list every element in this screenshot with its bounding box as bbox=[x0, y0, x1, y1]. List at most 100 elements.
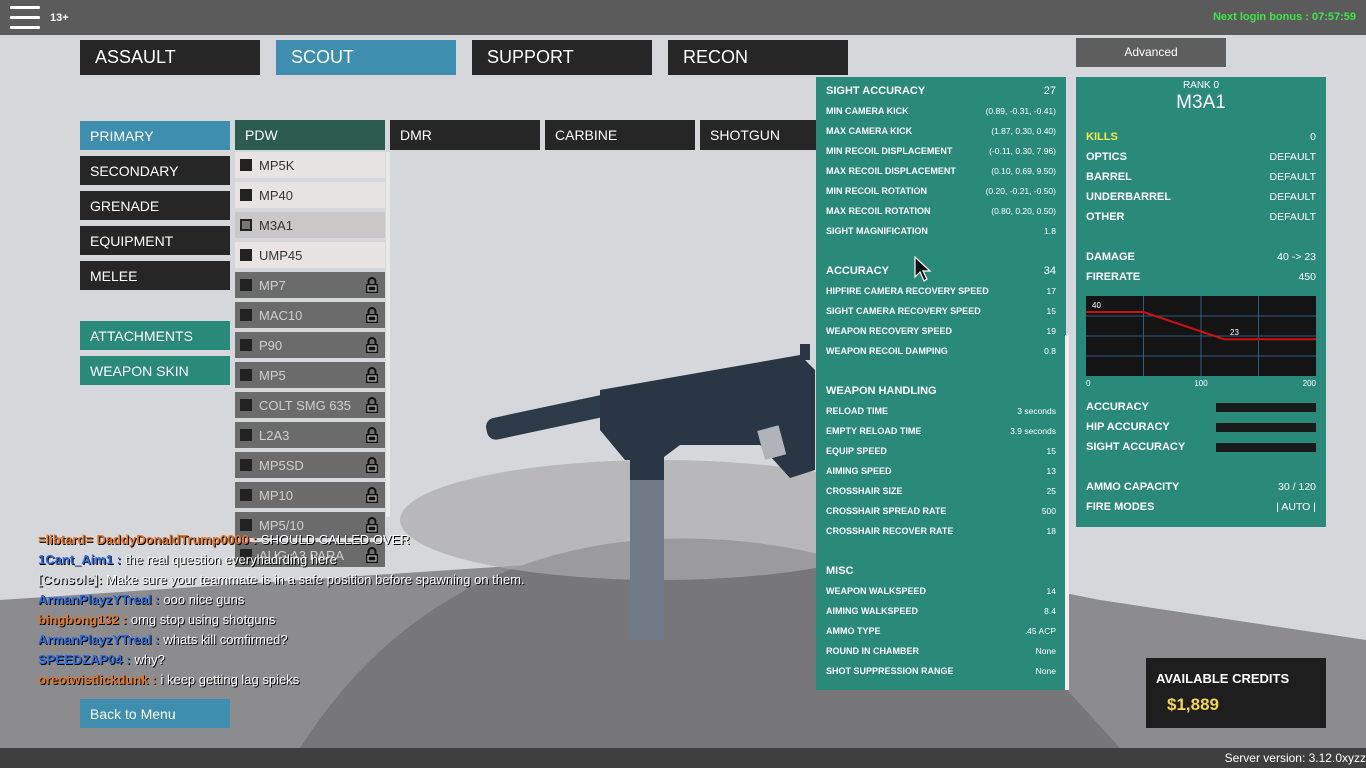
chat-text: why? bbox=[134, 652, 165, 667]
weapon-list-scrollbar[interactable] bbox=[386, 152, 390, 517]
stat-row: CROSSHAIR SPREAD RATE 500 bbox=[826, 506, 1056, 520]
stat-label: EQUIP SPEED bbox=[826, 446, 887, 456]
chat-username: ArmanPlayzYTreal : bbox=[38, 592, 160, 607]
chat-username: ArmanPlayzYTreal : bbox=[38, 632, 160, 647]
weapon-item[interactable]: COLT SMG 635 bbox=[235, 392, 385, 418]
stat-row: ROUND IN CHAMBER None bbox=[826, 646, 1056, 660]
weapon-item[interactable]: P90 bbox=[235, 332, 385, 358]
stat-bar-row: ACCURACY bbox=[1086, 401, 1316, 417]
graph-tick-label: 0 bbox=[1086, 379, 1091, 388]
weapon-checkbox-icon bbox=[240, 339, 252, 351]
chat-text: Make sure your teammate is in a safe pos… bbox=[106, 572, 525, 587]
stats-panel: SIGHT ACCURACY 27 MIN CAMERA KICK (0.89, -0… bbox=[816, 77, 1066, 690]
stat-label: CROSSHAIR RECOVER RATE bbox=[826, 526, 954, 536]
chat-message: =libtard= DaddyDonaldTrump0000 : SHOULD C… bbox=[38, 532, 598, 552]
kills-row: KILLS 0 bbox=[1086, 131, 1316, 147]
weapon-item[interactable]: L2A3 bbox=[235, 422, 385, 448]
weapon-item[interactable]: UMP45 bbox=[235, 242, 385, 268]
stat-value: None bbox=[1035, 666, 1056, 676]
credits-title: AVAILABLE CREDITS bbox=[1156, 671, 1290, 686]
attachment-slot-row: OTHER DEFAULT bbox=[1086, 211, 1316, 227]
weapon-item[interactable]: MP5K bbox=[235, 152, 385, 178]
stat-row: RELOAD TIME 3 seconds bbox=[826, 406, 1056, 420]
stat-row: MAX RECOIL ROTATION (0.80, 0.20, 0.50) bbox=[826, 206, 1056, 220]
weapon-item[interactable]: MP10 bbox=[235, 482, 385, 508]
lock-icon bbox=[366, 487, 378, 503]
weapon-handling-heading: WEAPON HANDLING bbox=[826, 385, 937, 397]
weapon-rank: RANK 0 bbox=[1182, 80, 1220, 91]
attachments-button[interactable]: ATTACHMENTS bbox=[80, 321, 230, 350]
stat-value: 25 bbox=[1046, 486, 1056, 496]
stat-bar-label: SIGHT ACCURACY bbox=[1086, 441, 1186, 453]
graph-data-label: 23 bbox=[1230, 328, 1239, 337]
stat-value: 500 bbox=[1041, 506, 1056, 516]
stat-value: (0.89, -0.31, -0.41) bbox=[985, 106, 1056, 116]
weapon-item[interactable]: MAC10 bbox=[235, 302, 385, 328]
chat-username: oreotwistlickdunk : bbox=[38, 672, 157, 687]
slot-melee[interactable]: MELEE bbox=[80, 261, 230, 290]
stat-bar bbox=[1216, 443, 1316, 452]
tab-support[interactable]: SUPPORT bbox=[472, 40, 652, 75]
stats-scrollbar[interactable] bbox=[1065, 335, 1069, 690]
tab-recon[interactable]: RECON bbox=[668, 40, 848, 75]
chat-text: SHOULD CALLED OVER bbox=[260, 532, 410, 547]
stat-label: WEAPON RECOVERY SPEED bbox=[826, 326, 953, 336]
stat-row: EMPTY RELOAD TIME 3.9 seconds bbox=[826, 426, 1056, 440]
weapon-item-label: MP40 bbox=[259, 188, 293, 203]
category-shotgun[interactable]: SHOTGUN bbox=[700, 120, 816, 150]
firemodes-label: FIRE MODES bbox=[1086, 501, 1155, 513]
stat-label: SIGHT MAGNIFICATION bbox=[826, 226, 928, 236]
slot-grenade[interactable]: GRENADE bbox=[80, 191, 230, 220]
login-bonus-timer: Next login bonus : 07:57:59 bbox=[1212, 11, 1356, 23]
stat-value: 19 bbox=[1046, 326, 1056, 336]
lock-icon bbox=[366, 307, 378, 323]
tab-assault[interactable]: ASSAULT bbox=[80, 40, 260, 75]
firerate-label: FIRERATE bbox=[1086, 271, 1141, 283]
stat-bar-row: HIP ACCURACY bbox=[1086, 421, 1316, 437]
stat-value: 17 bbox=[1046, 286, 1056, 296]
weapon-item[interactable]: MP40 bbox=[235, 182, 385, 208]
menu-icon[interactable] bbox=[10, 6, 40, 30]
age-rating: 13+ bbox=[50, 12, 69, 24]
back-to-menu-button[interactable]: Back to Menu bbox=[80, 699, 230, 728]
accuracy-value: 34 bbox=[1043, 265, 1056, 277]
stat-value: 13 bbox=[1046, 466, 1056, 476]
stat-value: (0.20, -0.21, -0.50) bbox=[985, 186, 1056, 196]
chat-message: bingbong132 : omg stop using shotguns bbox=[38, 612, 598, 632]
weapon-item[interactable]: MP7 bbox=[235, 272, 385, 298]
tab-scout[interactable]: SCOUT bbox=[276, 40, 456, 75]
slot-equipment[interactable]: EQUIPMENT bbox=[80, 226, 230, 255]
stat-label: CROSSHAIR SIZE bbox=[826, 486, 903, 496]
weapon-checkbox-icon bbox=[240, 159, 252, 171]
stat-label: MAX RECOIL ROTATION bbox=[826, 206, 931, 216]
advanced-button[interactable]: Advanced bbox=[1076, 38, 1226, 67]
category-pdw[interactable]: PDW bbox=[235, 120, 385, 150]
stat-value: 3 seconds bbox=[1017, 406, 1056, 416]
misc-heading: MISC bbox=[826, 565, 854, 577]
weapon-skin-button[interactable]: WEAPON SKIN bbox=[80, 356, 230, 385]
slot-secondary[interactable]: SECONDARY bbox=[80, 156, 230, 185]
stat-label: MAX CAMERA KICK bbox=[826, 126, 913, 136]
category-dmr[interactable]: DMR bbox=[390, 120, 540, 150]
weapon-item[interactable]: M3A1 bbox=[235, 212, 385, 238]
lock-icon bbox=[366, 517, 378, 533]
stat-label: MIN RECOIL DISPLACEMENT bbox=[826, 146, 953, 156]
stat-label: MIN CAMERA KICK bbox=[826, 106, 909, 116]
damage-graph: 40 23 0 100 200 bbox=[1086, 296, 1316, 388]
stat-row: AIMING WALKSPEED 8.4 bbox=[826, 606, 1056, 620]
weapon-item-label: L2A3 bbox=[259, 428, 290, 443]
category-carbine[interactable]: CARBINE bbox=[545, 120, 695, 150]
stat-row: WEAPON WALKSPEED 14 bbox=[826, 586, 1056, 600]
stat-row: WEAPON RECOIL DAMPING 0.8 bbox=[826, 346, 1056, 360]
weapon-checkbox-icon bbox=[240, 189, 252, 201]
weapon-item[interactable]: MP5SD bbox=[235, 452, 385, 478]
attachment-slot-label: OPTICS bbox=[1086, 151, 1127, 163]
credits-value: $1,889 bbox=[1167, 695, 1219, 714]
stat-value: 3.9 seconds bbox=[1010, 426, 1056, 436]
chat-username: 1Cant_Aim1 : bbox=[38, 552, 122, 567]
attachment-slot-value: DEFAULT bbox=[1269, 191, 1316, 203]
weapon-item[interactable]: MP5 bbox=[235, 362, 385, 388]
slot-primary[interactable]: PRIMARY bbox=[80, 121, 230, 150]
chat-text: i keep getting lag spieks bbox=[160, 672, 300, 687]
chat-message: oreotwistlickdunk :i keep getting lag sp… bbox=[38, 672, 598, 692]
